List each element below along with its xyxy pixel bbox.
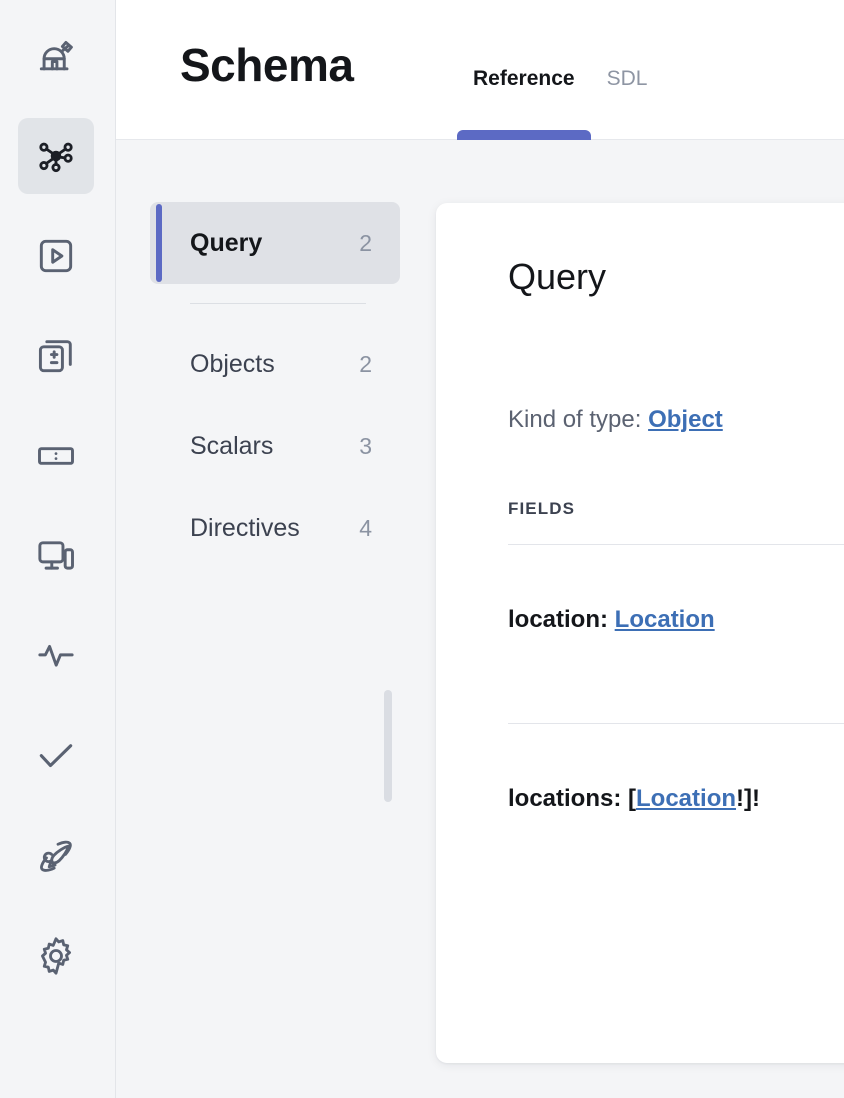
sidebar-item-explorer[interactable] (18, 218, 94, 294)
check-icon (34, 734, 78, 778)
pulse-icon (34, 634, 78, 678)
type-list-scrollbar[interactable] (384, 690, 392, 802)
type-detail-title: Query (508, 256, 607, 297)
fields-box-icon (34, 434, 78, 478)
tab-sdl-label: SDL (606, 67, 648, 90)
kind-of-type-label: Kind of type: (508, 406, 649, 433)
field-name: location: (508, 606, 615, 633)
page-title: Schema (180, 39, 354, 91)
sidebar-item-observatory[interactable] (18, 18, 94, 94)
tab-bar: Reference SDL (457, 66, 663, 140)
tab-reference-label: Reference (473, 67, 575, 90)
type-list-item-directives[interactable]: Directives 4 (150, 487, 400, 569)
field-type-link[interactable]: Location (636, 785, 736, 812)
tab-reference[interactable]: Reference (457, 66, 591, 140)
type-list-item-count: 2 (359, 350, 372, 377)
clients-icon (34, 534, 78, 578)
type-list-item-scalars[interactable]: Scalars 3 (150, 405, 400, 487)
sidebar-item-clients[interactable] (18, 518, 94, 594)
type-list-item-label: Objects (190, 349, 275, 378)
fields-section-heading: FIELDS (508, 499, 576, 518)
tab-active-underline (457, 130, 591, 140)
type-list-item-count: 4 (359, 514, 372, 541)
field-name: locations: (508, 785, 629, 812)
type-list-item-objects[interactable]: Objects 2 (150, 323, 400, 405)
page-header: Schema Reference SDL (116, 0, 844, 140)
field-type-link[interactable]: Location (615, 606, 715, 633)
observatory-icon (34, 34, 78, 78)
type-list-item-label: Scalars (190, 431, 274, 460)
sidebar-item-schema[interactable] (18, 118, 94, 194)
sidebar-item-checks[interactable] (18, 718, 94, 794)
field-row[interactable]: locations: [Location!]! (508, 724, 844, 875)
kind-of-type-link[interactable]: Object (648, 406, 723, 433)
app-root: Schema Reference SDL Query 2 Objects 2 S… (0, 0, 844, 1098)
field-type-prefix: [ (628, 785, 637, 812)
selected-accent-bar (156, 204, 162, 282)
gear-icon (34, 934, 78, 978)
type-list-divider (190, 303, 366, 304)
type-list-item-label: Query (190, 228, 263, 257)
kind-of-type-line: Kind of type: Object (508, 408, 844, 432)
schema-graph-icon (34, 134, 78, 178)
content-area: Query 2 Objects 2 Scalars 3 Directives 4 (116, 140, 844, 1098)
field-row[interactable]: location: Location (508, 545, 844, 696)
main-pane: Schema Reference SDL Query 2 Objects 2 S… (116, 0, 844, 1098)
tab-sdl[interactable]: SDL (591, 66, 664, 140)
sidebar-item-fields[interactable] (18, 418, 94, 494)
type-list-item-query[interactable]: Query 2 (150, 202, 400, 284)
sidebar-item-settings[interactable] (18, 918, 94, 994)
left-icon-rail (0, 0, 116, 1098)
rocket-icon (34, 834, 78, 878)
copy-diff-icon (34, 334, 78, 378)
field-type-suffix: !]! (736, 785, 760, 812)
type-list: Query 2 Objects 2 Scalars 3 Directives 4 (150, 202, 400, 569)
type-list-item-count: 3 (359, 432, 372, 459)
type-detail-card: Query Kind of type: Object FIELDS locati… (436, 203, 844, 1063)
sidebar-item-launches[interactable] (18, 818, 94, 894)
sidebar-item-metrics[interactable] (18, 618, 94, 694)
type-list-item-label: Directives (190, 513, 300, 542)
sidebar-item-changelog[interactable] (18, 318, 94, 394)
play-square-icon (34, 234, 78, 278)
type-list-item-count: 2 (359, 229, 372, 256)
